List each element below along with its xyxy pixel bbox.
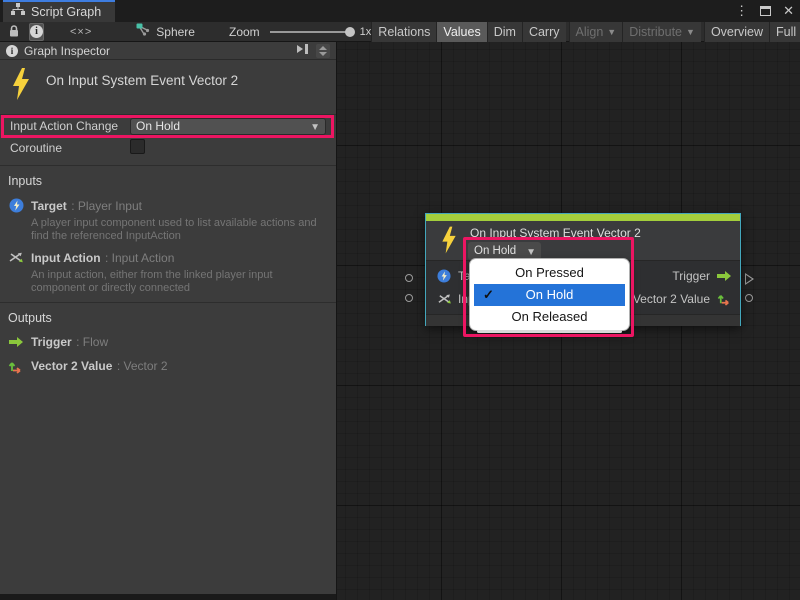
arrow-down-icon [319,52,327,56]
info-icon: i [30,25,43,38]
event-lightning-icon [439,225,459,260]
vector2-output-socket[interactable] [745,294,753,302]
graph-canvas[interactable]: On Input System Event Vector 2 On Hold ▼… [336,42,800,600]
relations-button[interactable]: Relations [371,22,436,42]
carry-button[interactable]: Carry [522,22,566,42]
tab-script-graph[interactable]: Script Graph [3,0,115,22]
input-action-port-icon [8,249,24,265]
dock-panel-icon[interactable] [296,42,310,60]
coroutine-checkbox[interactable] [130,139,145,154]
vector2-arrows-icon [716,291,732,307]
node-properties: Input Action Change On Hold ▼ Coroutine [0,114,336,157]
lock-icon[interactable] [8,22,20,42]
menu-item-on-released[interactable]: On Released [470,306,629,328]
outputs-section: Outputs Trigger : Flow Vector 2 Value : … [0,302,336,383]
chevron-down-icon: ▼ [686,27,695,37]
zoom-label: Zoom [229,25,260,39]
input-pin-target: Target : Player Input [8,197,326,215]
graph-context-label: Sphere [156,25,195,39]
panel-bottom-edge [0,594,336,600]
input-action-change-dropdown[interactable]: On Hold ▼ [130,118,326,135]
target-input-socket[interactable] [405,274,413,282]
flow-arrow-icon [716,268,732,284]
input-action-change-label: Input Action Change [10,115,118,137]
coroutine-row: Coroutine [0,137,336,157]
graph-inspector-title: Graph Inspector [24,44,110,58]
arrow-up-icon [319,46,327,50]
inputs-header: Inputs [8,174,326,190]
trigger-output-socket[interactable] [745,273,754,285]
node-header: On Input System Event Vector 2 On Hold ▼ [426,221,740,260]
output-pin-vector2: Vector 2 Value : Vector 2 [8,357,326,375]
coroutine-label: Coroutine [10,137,62,159]
menu-item-on-hold[interactable]: ✓ On Hold [474,284,625,306]
graph-context[interactable]: Sphere [136,23,195,41]
values-button[interactable]: Values [436,22,486,42]
fullscreen-button[interactable]: Full Screen [769,22,800,42]
zoom-slider[interactable] [270,31,350,33]
input-action-port-icon [436,291,452,307]
menu-kebab-icon[interactable]: ⋮ [735,3,748,19]
script-graph-icon [11,3,25,21]
zoom-control: Zoom 1x [229,25,371,39]
maximize-icon[interactable] [760,6,771,16]
zoom-value: 1x [360,26,372,38]
menu-item-on-pressed[interactable]: On Pressed [470,262,629,284]
port-vector2-value[interactable]: Vector 2 Value [633,290,732,307]
toolbar-buttons: Relations Values Dim Carry Align▼ Distri… [371,22,800,42]
graph-toolbar: i <×> Sphere Zoom 1x Relations Values Di… [0,22,800,42]
node-accent-bar [426,214,740,221]
action-dropdown-menu: On Pressed ✓ On Hold On Released [469,258,630,331]
distribute-dropdown-button[interactable]: Distribute▼ [622,22,701,42]
menu-scroll-hint [477,330,622,333]
zoom-slider-handle[interactable] [345,27,355,37]
flow-arrow-icon [8,334,24,350]
target-port-icon [8,197,24,213]
input-pin-input-action: Input Action : Input Action [8,249,326,267]
close-icon[interactable]: ✕ [783,3,794,19]
graph-inspector-header: i Graph Inspector [0,42,336,60]
graph-node-icon [136,23,150,41]
target-port-icon [436,268,452,284]
pin-description: An input action, either from the linked … [31,269,326,294]
outputs-header: Outputs [8,311,326,327]
input-action-change-row: Input Action Change On Hold ▼ [0,115,336,137]
pin-description: A player input component used to list av… [31,217,326,242]
port-trigger[interactable]: Trigger [633,267,732,284]
input-action-input-socket[interactable] [405,294,413,302]
info-icon: i [6,45,18,57]
inspector-toggle-button[interactable]: i [29,23,44,41]
vector2-arrows-icon [8,358,24,374]
inspector-node-title: On Input System Event Vector 2 [46,73,238,88]
graph-inspector-panel: i Graph Inspector On Input System Event … [0,42,336,594]
event-lightning-icon [9,66,33,107]
chevron-down-icon: ▼ [607,27,616,37]
align-dropdown-button[interactable]: Align▼ [569,22,623,42]
unity-graph-window: Script Graph ⋮ ✕ i <×> Sphere Zoom [0,0,800,600]
code-view-icon[interactable]: <×> [70,22,92,42]
node-title: On Input System Event Vector 2 [470,226,641,240]
window-controls: ⋮ ✕ [735,0,794,22]
overview-button[interactable]: Overview [704,22,769,42]
panel-spinner[interactable] [316,44,330,58]
output-pin-trigger: Trigger : Flow [8,333,326,351]
chevron-down-icon: ▼ [310,120,320,135]
tab-bar: Script Graph ⋮ ✕ [0,0,800,22]
checkmark-icon: ✓ [483,284,494,306]
dim-button[interactable]: Dim [487,22,522,42]
tab-title: Script Graph [31,5,101,19]
inputs-section: Inputs Target : Player Input A player in… [0,166,336,302]
selected-node-summary: On Input System Event Vector 2 [0,60,336,114]
